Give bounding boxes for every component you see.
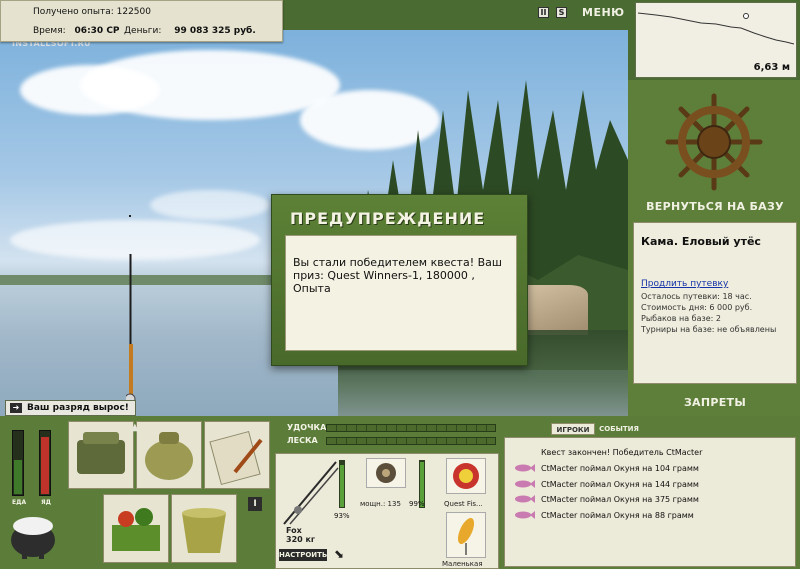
line-name: Quest Fis...: [444, 500, 483, 508]
player-info-panel: Получено опыта: 122500 Время: 06:30 СР Д…: [0, 0, 283, 42]
line-tension-bar: [326, 437, 496, 445]
cloud: [150, 190, 270, 220]
rod-max-weight: 320 кг: [286, 535, 316, 544]
arrow-right-icon: ➜: [10, 403, 22, 413]
perch-fish-icon: [515, 495, 535, 503]
line-slot[interactable]: [446, 458, 486, 494]
money-value: 99 083 325 руб.: [174, 26, 256, 36]
dialog-message: Вы стали победителем квеста! Ваш приз: Q…: [285, 235, 517, 351]
xp-value: 122500: [116, 7, 151, 17]
time-row: Время: 06:30 СР: [33, 26, 120, 36]
fishing-rod[interactable]: [126, 254, 136, 416]
notebook-icon: [209, 430, 263, 486]
rod-label: УДОЧКА: [287, 423, 327, 432]
expand-arrow-icon[interactable]: ⬊: [334, 547, 344, 561]
log-line: CtMacter поймал Окуня на 375 грамм: [541, 495, 699, 504]
permit-time-left: Осталось путевки: 18 час.: [641, 292, 752, 301]
depth-value: 6,63 м: [753, 62, 790, 73]
boat-position-marker: [743, 13, 749, 19]
poison-meter: [39, 430, 51, 496]
log-line: Квест закончен! Победитель CtMacter: [541, 448, 703, 457]
tab-players[interactable]: ИГРОКИ: [551, 423, 595, 435]
tab-events[interactable]: СОБЫТИЯ: [597, 423, 641, 435]
perch-fish-icon: [515, 480, 535, 488]
food-meter: [12, 430, 24, 496]
day-cost: Стоимость дня: 6 000 руб.: [641, 303, 753, 312]
extend-permit-link[interactable]: Продлить путевку: [641, 279, 728, 289]
rank-up-notification: ➜ Ваш разряд вырос!: [5, 400, 136, 416]
line-spool-icon: [453, 463, 479, 489]
spinner-lure-icon: [457, 518, 475, 555]
return-to-base-button[interactable]: ВЕРНУТЬСЯ НА БАЗУ: [633, 200, 797, 213]
menu-button[interactable]: МЕНЮ: [582, 2, 624, 24]
float: [129, 215, 131, 217]
rod-durability-pct: 93%: [334, 512, 350, 520]
fishers-count: Рыбаков на базе: 2: [641, 314, 721, 323]
time-label: Время:: [33, 26, 66, 36]
rod-name: Fox: [286, 526, 302, 535]
lure-slot[interactable]: [446, 512, 486, 558]
warning-dialog[interactable]: ПРЕДУПРЕЖДЕНИЕ Вы стали победителем квес…: [271, 194, 528, 366]
xp-row: Получено опыта: 122500: [33, 7, 151, 17]
rod-durability-bar: [339, 460, 345, 508]
bag-slot[interactable]: [136, 421, 202, 489]
perch-fish-icon: [515, 511, 535, 519]
sound-button[interactable]: S: [556, 7, 567, 18]
tackle-box-slot[interactable]: [68, 421, 134, 489]
food-label: ЕДА: [12, 499, 27, 506]
perch-fish-icon: [515, 464, 535, 472]
reel-icon: [376, 463, 396, 483]
dialog-title: ПРЕДУПРЕЖДЕНИЕ: [290, 209, 486, 228]
rank-up-text: Ваш разряд вырос!: [27, 403, 129, 413]
xp-label: Получено опыта:: [33, 7, 114, 17]
depth-minimap[interactable]: 6,63 м: [635, 2, 797, 78]
bag-icon: [145, 432, 193, 480]
money-row: Деньги: 99 083 325 руб.: [124, 26, 256, 36]
events-log: Квест закончен! Победитель CtMacter CtMa…: [504, 437, 796, 567]
fish-basket-slot[interactable]: [103, 494, 169, 563]
reel-power: мощн.: 135: [360, 500, 401, 508]
cursor-icon: ▲: [131, 422, 139, 433]
food-pot-icon[interactable]: [8, 508, 58, 560]
log-line: CtMacter поймал Окуня на 104 грамм: [541, 464, 699, 473]
notebook-slot[interactable]: [204, 421, 270, 489]
setup-tackle-button[interactable]: НАСТРОИТЬ: [279, 549, 327, 561]
rod-icon[interactable]: [280, 458, 340, 528]
far-shore: [0, 275, 300, 285]
money-label: Деньги:: [124, 26, 162, 36]
lure-name: Маленькая: [442, 560, 483, 568]
poison-label: ЯД: [41, 499, 51, 506]
base-info-panel: Кама. Еловый утёс Продлить путевку Остал…: [633, 222, 797, 384]
cloud: [20, 65, 160, 115]
ship-wheel-icon[interactable]: [664, 92, 764, 192]
tournaments-status: Турниры на базе: не объявлены: [641, 325, 777, 334]
bans-button[interactable]: ЗАПРЕТЫ: [633, 396, 797, 409]
reel-durability-pct: 99%: [409, 500, 425, 508]
bucket-slot[interactable]: [171, 494, 237, 563]
bucket-icon: [182, 508, 226, 553]
base-name: Кама. Еловый утёс: [641, 235, 761, 248]
line-label: ЛЕСКА: [287, 436, 318, 445]
pause-button[interactable]: II: [538, 7, 549, 18]
log-line: CtMacter поймал Окуня на 88 грамм: [541, 511, 694, 520]
info-icon[interactable]: I: [248, 497, 262, 511]
time-value: 06:30 СР: [74, 26, 120, 36]
reel-slot[interactable]: [366, 458, 406, 488]
tackle-box-icon: [77, 432, 125, 474]
rod-tension-bar: [326, 424, 496, 432]
log-line: CtMacter поймал Окуня на 144 грамм: [541, 480, 699, 489]
vegetable-basket-icon: [112, 508, 160, 551]
